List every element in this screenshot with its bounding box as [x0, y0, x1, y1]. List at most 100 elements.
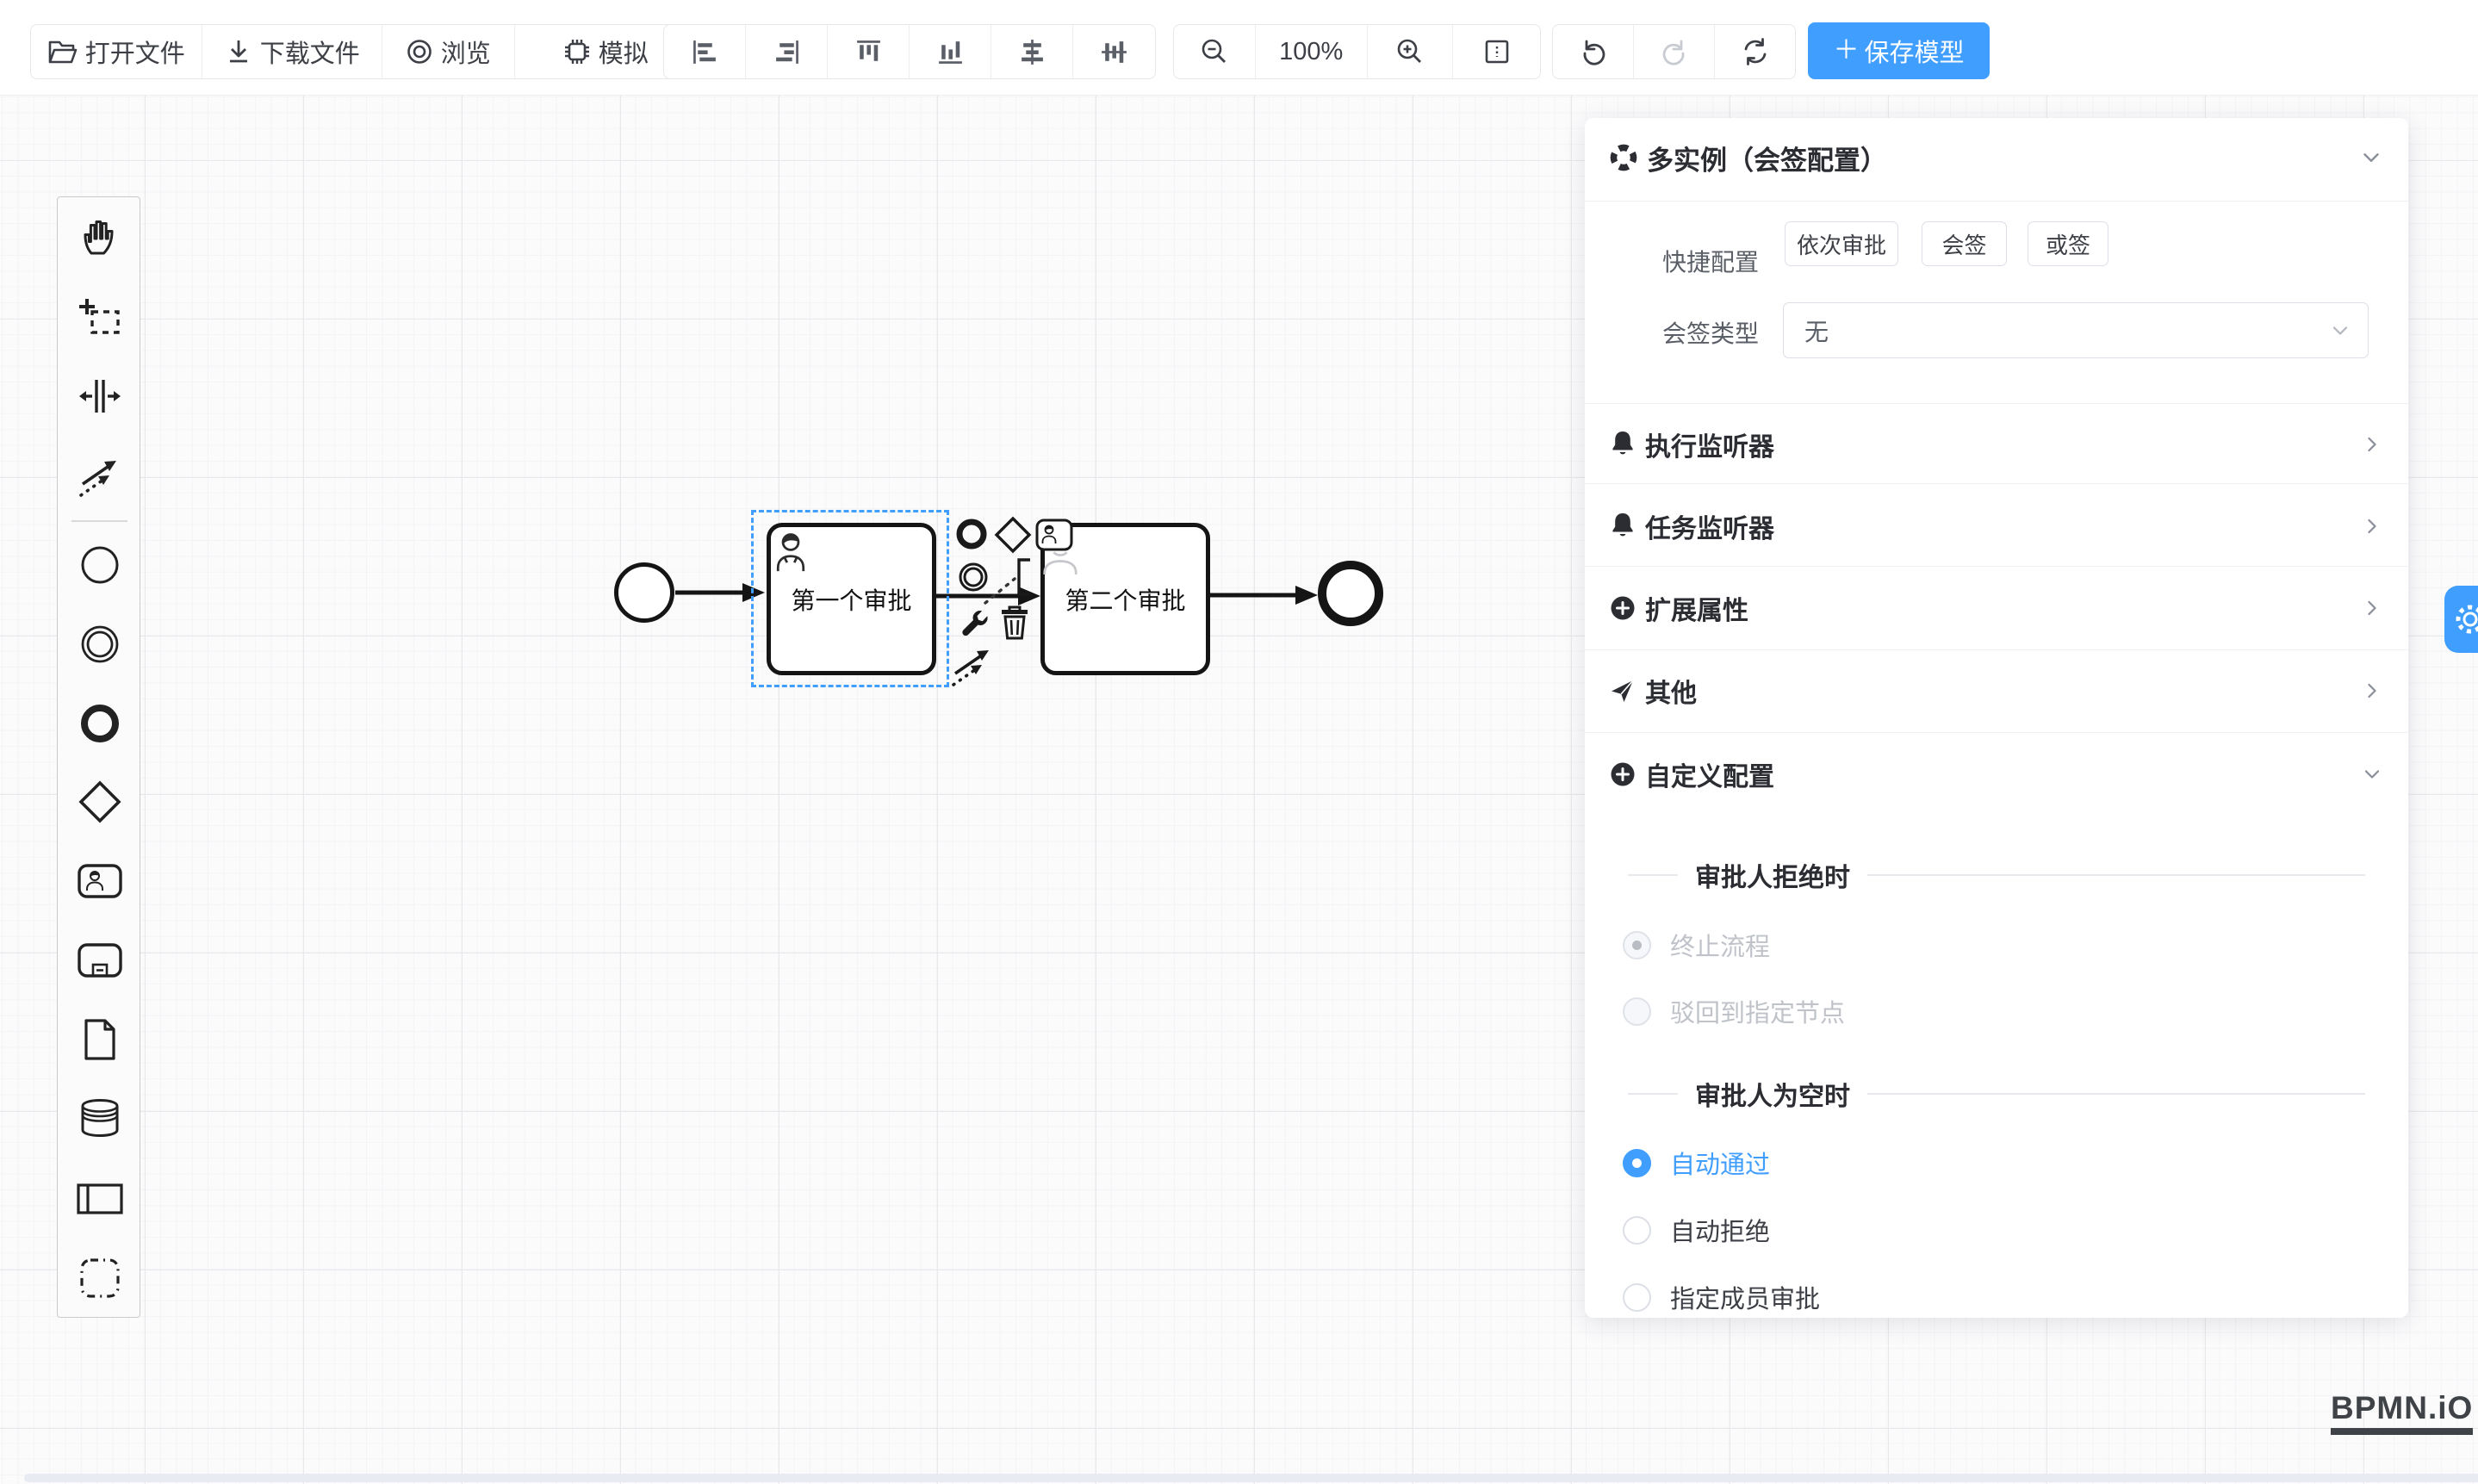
create-data-object[interactable]	[58, 1014, 141, 1065]
align-center-horizontal-button[interactable]	[1073, 25, 1155, 78]
zoom-out-button[interactable]	[1174, 25, 1256, 78]
section-extended-properties[interactable]: 扩展属性	[1609, 582, 2384, 634]
end-event-icon	[79, 703, 121, 744]
append-text-annotation-icon[interactable]	[1015, 558, 1032, 596]
append-task-icon[interactable]	[1035, 518, 1073, 551]
align-center-vertical-icon	[1018, 38, 1046, 66]
section-label: 执行监听器	[1645, 425, 2351, 463]
radio-auto-pass[interactable]: 自动通过	[1623, 1146, 1770, 1180]
align-bottom-button[interactable]	[910, 25, 991, 78]
gateway-icon	[78, 780, 121, 823]
zoom-level[interactable]: 100%	[1256, 25, 1368, 78]
space-tool-icon	[79, 376, 121, 416]
global-connect-tool[interactable]	[58, 450, 141, 502]
user-icon	[773, 529, 808, 574]
multi-instance-icon	[1609, 143, 1638, 172]
open-file-button[interactable]: 打开文件	[31, 25, 202, 78]
radio-icon	[1623, 1283, 1651, 1312]
tool-palette	[57, 196, 140, 1318]
browse-button[interactable]: 浏览	[382, 25, 515, 78]
save-model-button[interactable]: ＋ 保存模型	[1808, 22, 1990, 79]
align-right-button[interactable]	[746, 25, 828, 78]
plus-circle-icon	[1609, 761, 1636, 788]
hand-tool[interactable]	[58, 210, 141, 262]
quick-option-countersign[interactable]: 会签	[1922, 221, 2007, 266]
countersign-type-select[interactable]: 无	[1783, 302, 2369, 358]
participant-icon	[77, 1183, 123, 1214]
connect-tool-icon	[78, 456, 121, 497]
change-type-wrench-icon[interactable]	[958, 606, 991, 639]
zoom-in-button[interactable]	[1368, 25, 1454, 78]
start-event-icon	[79, 544, 121, 586]
section-execution-listener[interactable]: 执行监听器	[1609, 419, 2384, 470]
radio-auto-reject[interactable]: 自动拒绝	[1623, 1213, 1770, 1247]
folder-open-icon	[48, 39, 78, 65]
ghost-user-icon	[1042, 549, 1078, 574]
create-data-store[interactable]	[58, 1092, 141, 1144]
radio-return-to-node[interactable]: 驳回到指定节点	[1623, 994, 1845, 1028]
download-file-button[interactable]: 下载文件	[202, 25, 382, 78]
browse-icon	[406, 38, 433, 65]
radio-terminate-process[interactable]: 终止流程	[1623, 928, 1770, 962]
delete-trash-icon[interactable]	[999, 605, 1030, 640]
zoom-out-icon	[1200, 37, 1229, 66]
intermediate-event-icon	[79, 624, 121, 665]
create-user-task[interactable]	[58, 855, 141, 907]
append-intermediate-event-icon[interactable]	[956, 560, 991, 594]
quick-config-label: 快捷配置	[1585, 244, 1759, 278]
connect-icon[interactable]	[951, 644, 994, 687]
end-event[interactable]	[1318, 561, 1383, 626]
redo-icon	[1660, 37, 1689, 66]
fit-viewport-button[interactable]	[1453, 25, 1540, 78]
chevron-right-icon	[2360, 432, 2384, 456]
section-custom-config[interactable]: 自定义配置	[1609, 748, 2384, 800]
divider	[1585, 566, 2408, 567]
lasso-tool[interactable]	[58, 291, 141, 343]
radio-label: 自动通过	[1670, 1145, 1770, 1181]
top-toolbar: 打开文件 下载文件 浏览	[0, 0, 2478, 96]
section-label: 其他	[1645, 672, 2351, 710]
redo-button[interactable]	[1634, 25, 1715, 78]
align-center-vertical-button[interactable]	[991, 25, 1073, 78]
create-end-event[interactable]	[58, 698, 141, 749]
panel-toggle-tab[interactable]	[2444, 586, 2478, 653]
simulate-label: 模拟	[599, 34, 649, 70]
align-bottom-icon	[936, 38, 965, 66]
quick-option-orsign[interactable]: 或签	[2028, 221, 2108, 266]
radio-label: 驳回到指定节点	[1670, 993, 1845, 1029]
countersign-type-label: 会签类型	[1585, 315, 1759, 350]
panel-header[interactable]: 多实例（会签配置）	[1609, 137, 2384, 178]
download-icon	[225, 38, 252, 65]
align-top-button[interactable]	[828, 25, 910, 78]
start-event[interactable]	[614, 562, 674, 623]
user-task-icon	[78, 864, 122, 898]
divider	[1585, 403, 2408, 404]
divider	[1585, 649, 2408, 650]
create-intermediate-event[interactable]	[58, 618, 141, 670]
chevron-right-icon	[2360, 679, 2384, 703]
divider	[1628, 1093, 1678, 1095]
radio-icon	[1623, 1149, 1651, 1177]
create-gateway[interactable]	[58, 776, 141, 828]
plus-circle-icon	[1609, 594, 1636, 622]
zoom-button-group: 100%	[1173, 24, 1541, 79]
section-task-listener[interactable]: 任务监听器	[1609, 500, 2384, 552]
create-participant[interactable]	[58, 1173, 141, 1225]
undo-button[interactable]	[1553, 25, 1634, 78]
reset-button[interactable]	[1715, 25, 1795, 78]
align-left-button[interactable]	[664, 25, 746, 78]
section-other[interactable]: 其他	[1609, 665, 2384, 717]
chip-icon	[563, 38, 591, 65]
quick-option-sequential[interactable]: 依次审批	[1785, 221, 1898, 266]
create-subprocess[interactable]	[58, 934, 141, 986]
bpmn-io-logo[interactable]: BPMN.iO	[2331, 1390, 2473, 1435]
append-gateway-icon[interactable]	[994, 516, 1032, 554]
append-end-event-icon[interactable]	[954, 517, 989, 551]
section-label: 任务监听器	[1645, 507, 2351, 545]
download-file-label: 下载文件	[260, 34, 360, 70]
radio-designated-member[interactable]: 指定成员审批	[1623, 1280, 1820, 1314]
align-button-group	[663, 24, 1156, 79]
create-group[interactable]	[58, 1252, 141, 1304]
space-tool[interactable]	[58, 370, 141, 422]
create-start-event[interactable]	[58, 539, 141, 591]
